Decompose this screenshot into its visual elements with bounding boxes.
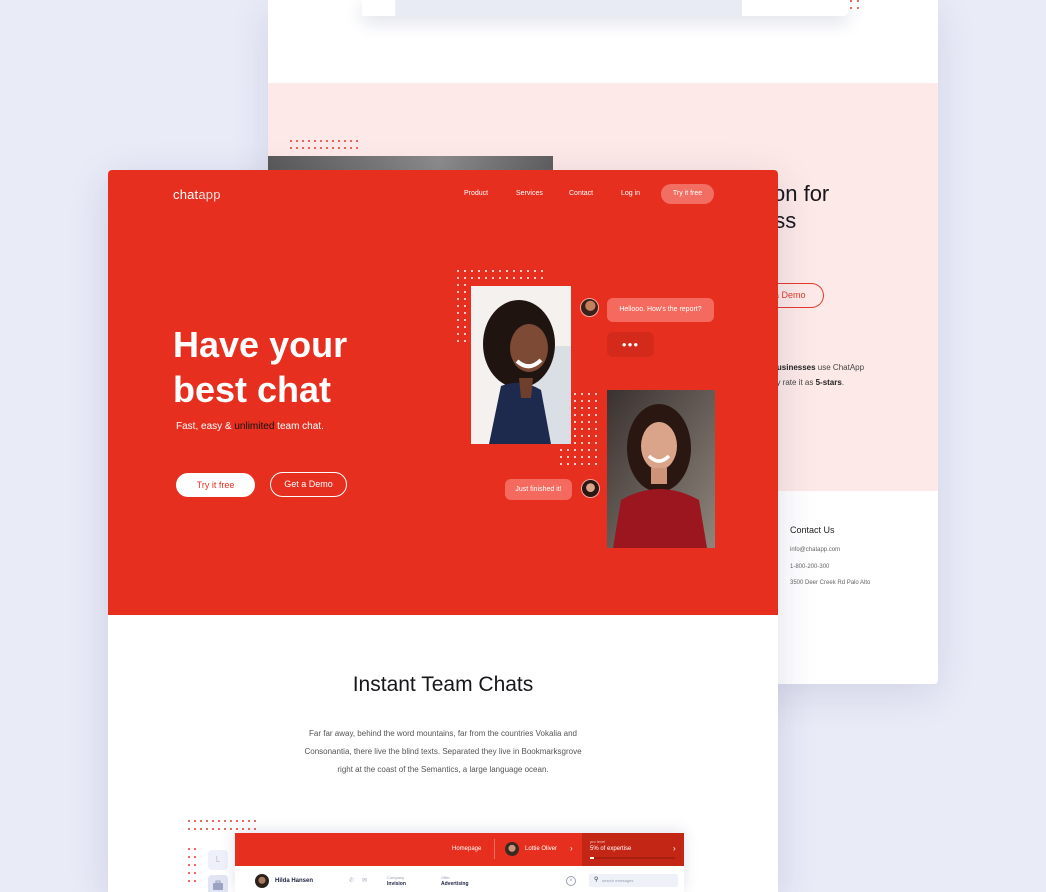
offer-value: Advertising [441,881,469,887]
nav-product[interactable]: Product [464,190,488,197]
stat-text: . [841,378,845,387]
chevron-right-icon[interactable]: › [570,844,573,853]
section-description: Far far away, behind the word mountains,… [304,729,582,774]
try-free-button[interactable]: Try it free [176,473,255,497]
stat-text: use ChatApp [815,363,865,372]
user-avatar [505,842,519,856]
nav-services[interactable]: Services [516,190,543,197]
contact-title: Contact Us [790,525,835,535]
stats-text: businesses use ChatApp ey rate it as 5-s… [772,360,932,390]
phone-icon[interactable]: ✆ [349,877,354,884]
section-title: Instant Team Chats [352,673,534,696]
logo[interactable]: chatapp [173,187,221,202]
contact-avatar [255,874,269,888]
get-demo-button[interactable]: Get a Demo [270,472,347,497]
user-name[interactable]: Lottie Oliver [525,846,557,852]
hero-title: Have your best chat [173,322,473,412]
hero-subtitle: Fast, easy & unlimited team chat. [176,421,324,432]
nav-contact[interactable]: Contact [569,190,593,197]
dot-pattern [457,284,466,342]
subtitle-text: Fast, easy & [176,421,235,432]
hero-section: chatapp Product Services Contact Log in … [108,170,778,615]
back-app-main [396,0,742,16]
landing-page: chatapp Product Services Contact Log in … [108,170,778,892]
back-heading: tion for ess [762,181,830,233]
company-value: Invision [387,881,406,887]
mail-icon[interactable]: ✉ [362,877,367,884]
nav-login[interactable]: Log in [621,190,640,197]
try-free-nav-button[interactable]: Try it free [661,184,714,204]
person-photo [471,286,571,444]
dot-pattern [850,0,859,9]
skill-label: pro level [590,839,606,844]
offer-label: Offer [441,875,450,880]
close-icon[interactable]: × [566,876,576,886]
user-avatar [580,298,599,317]
stat-bold: 5-stars [815,378,842,387]
hero-title-line: best chat [173,369,332,410]
contact-name[interactable]: Hilda Hansen [275,878,313,884]
hero-title-line: Have your [173,324,348,365]
progress-track [590,857,675,859]
contact-email[interactable]: info@chatapp.com [790,547,840,553]
dot-pattern [290,140,358,149]
workspace-icon[interactable]: L [208,850,228,870]
dot-pattern [188,848,196,882]
divider [494,839,495,859]
chat-bubble: Hellooo. How's the report? [607,298,714,322]
contact-address: 3500 Deer Creek Rd Palo Alto [790,580,871,586]
app-preview: Homepage Lottie Oliver › pro level 5% of… [235,833,684,892]
stat-text: ey rate it as [772,378,816,387]
nav-homepage[interactable]: Homepage [452,846,481,852]
logo-bold: chat [173,187,199,202]
typing-indicator: ●●● [607,332,654,357]
chevron-right-icon[interactable]: › [673,844,676,853]
subtitle-text: team chat. [274,421,324,432]
dot-pattern [188,820,256,830]
company-label: Company [387,875,405,880]
app-preview-sidebar: L [196,838,234,892]
back-app-sidebar [362,0,396,16]
logo-light: app [198,187,221,202]
progress-fill [590,857,595,859]
contact-phone[interactable]: 1-800-200-300 [790,564,829,570]
back-app-screenshot [362,0,848,16]
search-input[interactable]: ⚲ search messages [589,874,678,887]
search-placeholder: search messages [602,878,634,883]
briefcase-icon[interactable] [208,875,228,892]
person-photo [607,390,715,548]
user-avatar [581,479,600,498]
dot-pattern [457,270,543,279]
stat-bold: businesses [772,363,816,372]
subtitle-highlight: unlimited [234,421,275,432]
search-icon: ⚲ [594,877,599,883]
skill-value: 5% of expertise [590,846,632,852]
chat-bubble: Just finished it! [505,479,572,500]
